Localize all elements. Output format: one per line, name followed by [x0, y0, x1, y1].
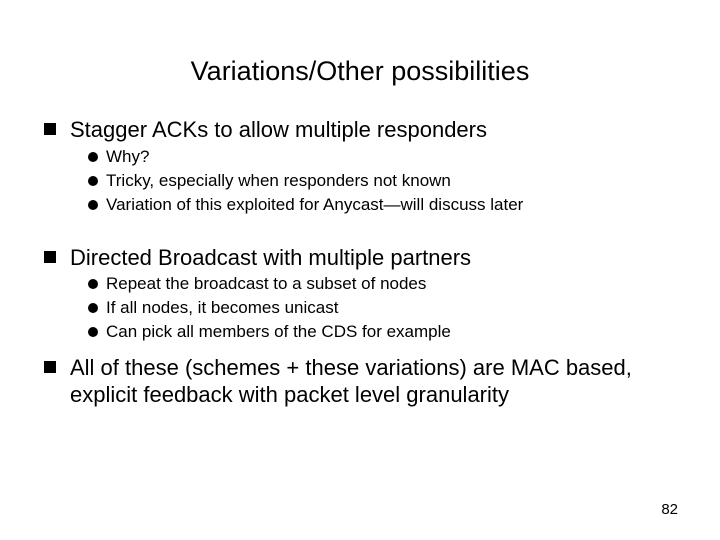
sub-bullet-text: Repeat the broadcast to a subset of node… [106, 273, 426, 295]
bullet-text: Directed Broadcast with multiple partner… [70, 244, 471, 272]
sub-bullet-item: Why? [88, 146, 676, 168]
slide-body: Stagger ACKs to allow multiple responder… [44, 116, 676, 409]
round-bullet-icon [88, 279, 98, 289]
sub-bullet-text: If all nodes, it becomes unicast [106, 297, 338, 319]
sub-bullet-text: Variation of this exploited for Anycast—… [106, 194, 523, 216]
square-bullet-icon [44, 123, 56, 135]
page-number: 82 [661, 501, 678, 518]
sub-bullet-item: Repeat the broadcast to a subset of node… [88, 273, 676, 295]
sub-list: Why? Tricky, especially when responders … [88, 146, 676, 216]
bullet-item: All of these (schemes + these variations… [44, 354, 676, 409]
round-bullet-icon [88, 152, 98, 162]
sub-bullet-item: If all nodes, it becomes unicast [88, 297, 676, 319]
sub-bullet-item: Can pick all members of the CDS for exam… [88, 321, 676, 343]
sub-bullet-text: Can pick all members of the CDS for exam… [106, 321, 451, 343]
round-bullet-icon [88, 200, 98, 210]
slide: Variations/Other possibilities Stagger A… [0, 0, 720, 540]
bullet-text: Stagger ACKs to allow multiple responder… [70, 116, 487, 144]
bullet-text: All of these (schemes + these variations… [70, 354, 676, 409]
sub-list: Repeat the broadcast to a subset of node… [88, 273, 676, 343]
sub-bullet-item: Variation of this exploited for Anycast—… [88, 194, 676, 216]
round-bullet-icon [88, 327, 98, 337]
slide-title: Variations/Other possibilities [0, 56, 720, 87]
sub-bullet-text: Why? [106, 146, 149, 168]
bullet-item: Directed Broadcast with multiple partner… [44, 244, 676, 272]
round-bullet-icon [88, 303, 98, 313]
bullet-item: Stagger ACKs to allow multiple responder… [44, 116, 676, 144]
sub-bullet-item: Tricky, especially when responders not k… [88, 170, 676, 192]
square-bullet-icon [44, 251, 56, 263]
sub-bullet-text: Tricky, especially when responders not k… [106, 170, 451, 192]
square-bullet-icon [44, 361, 56, 373]
round-bullet-icon [88, 176, 98, 186]
